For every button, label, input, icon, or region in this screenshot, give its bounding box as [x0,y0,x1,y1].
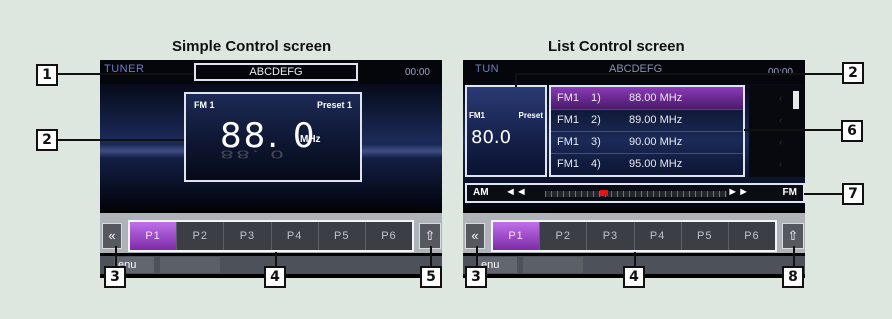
row-divider [551,131,743,132]
seek-back-icon[interactable]: ◄◄ [505,186,527,198]
list-item-band: FM1 [557,136,579,148]
leader-line-2-right-drop [515,73,517,87]
clock: 00:00 [404,67,430,78]
menu-strip-button[interactable] [160,257,220,273]
callout-2-left: 2 [36,129,58,151]
row-edge-mark: ‹ [779,137,782,147]
preset-button-4[interactable]: P4 [635,222,682,250]
preset-list-item[interactable]: FM1 1) 88.00 MHz [551,87,743,109]
preset-button-5[interactable]: P5 [682,222,729,250]
top-bar: TUNER ABCDEFG 00:00 [100,60,442,84]
leader-line-3-left [115,246,117,266]
row-edge-mark: ‹ [779,115,782,125]
callout-3-right: 3 [465,266,487,288]
list-item-freq: 88.00 MHz [629,92,683,104]
preset-button-3[interactable]: P3 [224,222,272,250]
leader-line-7 [804,193,844,195]
preset-button-2[interactable]: P2 [540,222,588,250]
callout-2-right: 2 [842,62,864,84]
leader-line-1 [58,73,194,75]
callout-3-left: 3 [104,266,126,288]
tuning-bar[interactable]: AM ◄◄ ►► FM [465,183,805,203]
preset-bar: P1 P2 P3 P4 P5 P6 [491,220,777,252]
station-info-display[interactable]: FM1 Preset 80.0 [465,85,547,177]
previous-page-button[interactable]: « [102,223,122,249]
preset-button-1[interactable]: P1 [130,222,178,250]
list-control-screen: TUN ABCDEFG 00:00 FM1 Preset 80.0 FM11)8… [463,60,805,278]
list-screen-title: List Control screen [548,38,685,55]
band-label: FM1 [469,111,485,120]
preset-button-1[interactable]: P1 [493,222,541,250]
leader-line-6 [744,129,841,131]
simple-control-screen: TUNER ABCDEFG 00:00 FM 1 Preset 1 88. 0 … [100,60,442,278]
station-info-display[interactable]: FM 1 Preset 1 88. 0 MHz 88. 0 [184,92,362,182]
preset-bar: P1 P2 P3 P4 P5 P6 [128,220,414,252]
callout-5: 5 [420,266,442,288]
list-item-num: 3) [591,136,601,148]
row-divider [551,109,743,110]
preset-label: Preset [518,111,543,120]
row-edge-mark: ‹ [779,159,782,169]
tuning-marker[interactable] [599,190,608,196]
preset-button-2[interactable]: P2 [177,222,225,250]
row-divider [551,153,743,154]
leader-line-8 [793,246,795,266]
callout-4-right: 4 [623,266,645,288]
frequency-unit: MHz [300,134,321,145]
am-label[interactable]: AM [473,187,489,198]
leader-line-5 [430,246,432,266]
preset-list: FM1 1) 88.00 MHz FM1 2) 89.00 MHz FM1 3) 90.00 M… [549,85,745,177]
preset-list-item[interactable]: FM1 3) 90.00 MHz [551,131,743,153]
simple-screen-title: Simple Control screen [172,38,332,55]
preset-button-5[interactable]: P5 [319,222,366,250]
list-item-num: 2) [591,114,601,126]
list-item-num: 4) [591,158,601,170]
preset-button-4[interactable]: P4 [272,222,319,250]
callout-6: 6 [841,120,863,142]
preset-button-3[interactable]: P3 [587,222,635,250]
preset-list-item[interactable]: FM1 2) 89.00 MHz [551,109,743,131]
tuner-logo: TUN [475,63,500,75]
menu-strip-button[interactable] [523,257,583,273]
list-item-band: FM1 [557,114,579,126]
previous-page-button[interactable]: « [465,223,485,249]
fm-label[interactable]: FM [783,187,797,198]
band-label: FM 1 [194,100,215,110]
callout-1: 1 [36,64,58,86]
leader-line-2-right [515,73,842,75]
preset-button-6[interactable]: P6 [729,222,775,250]
callout-8: 8 [782,266,804,288]
seek-forward-icon[interactable]: ►► [727,186,749,198]
callout-4-left: 4 [264,266,286,288]
list-item-band: FM1 [557,158,579,170]
station-name-display[interactable]: ABCDEFG [194,63,358,81]
frequency-reflection: 88. 0 [220,147,286,161]
scrollbar-thumb[interactable] [793,91,799,109]
tuning-scale [545,191,727,197]
row-edge-mark: ‹ [779,93,782,103]
preset-list-item[interactable]: FM1 4) 95.00 MHz [551,153,743,175]
preset-button-6[interactable]: P6 [366,222,412,250]
leader-line-3-right [476,246,478,266]
list-item-band: FM1 [557,92,579,104]
list-item-num: 1) [591,92,601,104]
callout-7: 7 [842,183,864,205]
frequency-display: 80.0 [471,127,512,148]
manual-figure: Simple Control screen List Control scree… [0,0,892,319]
list-item-freq: 89.00 MHz [629,114,683,126]
list-item-freq: 90.00 MHz [629,136,683,148]
leader-line-2-left [58,139,184,141]
list-item-freq: 95.00 MHz [629,158,683,170]
preset-label: Preset 1 [316,100,352,110]
